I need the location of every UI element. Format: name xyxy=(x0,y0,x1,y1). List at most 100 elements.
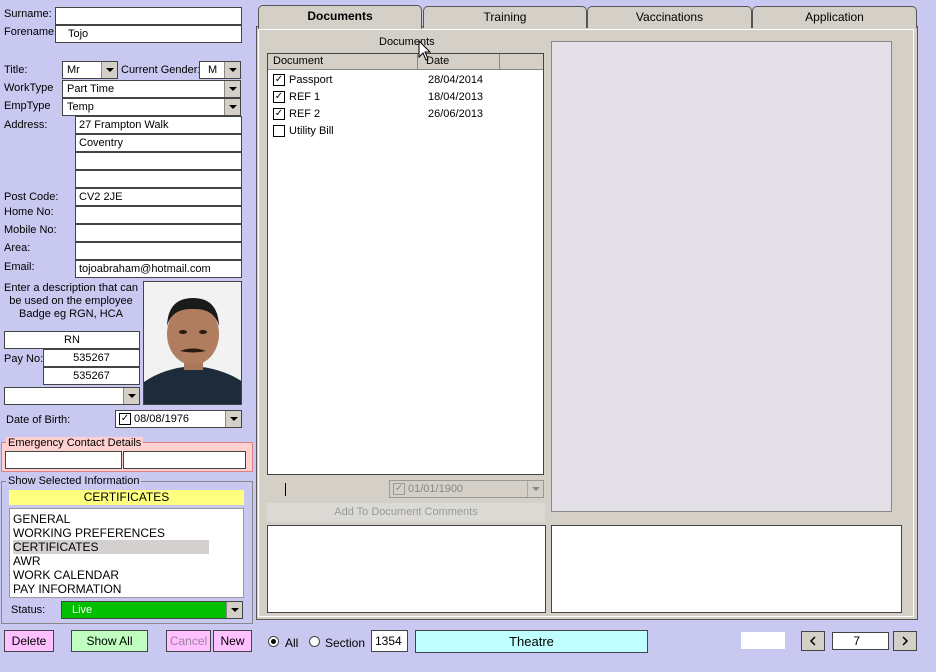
area-label: Area: xyxy=(4,242,31,254)
worktype-select[interactable]: Part Time xyxy=(62,80,241,98)
tab-training[interactable]: Training xyxy=(423,6,587,28)
badge-field[interactable]: RN xyxy=(4,331,140,349)
forename-field[interactable]: Tojo xyxy=(55,25,242,43)
add-to-document-comments-button[interactable]: Add To Document Comments xyxy=(267,503,545,522)
emergency-contact-title: Emergency Contact Details xyxy=(6,437,144,449)
radio-all-label: All xyxy=(285,636,299,650)
dob-checkbox[interactable]: ✓ xyxy=(119,413,131,425)
table-row[interactable]: ✓ REF 1 18/04/2013 xyxy=(272,90,540,107)
document-date-picker[interactable]: ✓ 01/01/1900 xyxy=(389,480,544,498)
gender-select[interactable]: M xyxy=(199,61,241,79)
row-checkbox[interactable]: ✓ xyxy=(273,108,285,120)
list-item[interactable]: GENERAL xyxy=(13,512,209,526)
row-document-name: REF 2 xyxy=(289,108,321,120)
section-code-field[interactable]: 1354 xyxy=(371,630,408,652)
email-label: Email: xyxy=(4,261,35,273)
emergency-contact-phone[interactable] xyxy=(123,451,246,469)
table-row[interactable]: ✓ REF 2 26/06/2013 xyxy=(272,107,540,124)
radio-all[interactable] xyxy=(268,636,279,647)
chevron-right-icon xyxy=(902,636,909,646)
documents-list[interactable]: Document Date ✓ Passport 28/04/2014 ✓ RE… xyxy=(267,53,544,475)
emptype-select[interactable]: Temp xyxy=(62,98,241,116)
document-date-value: 01/01/1900 xyxy=(408,483,464,495)
dropdown-arrow-icon[interactable] xyxy=(527,481,543,497)
column-header-document[interactable]: Document xyxy=(268,54,418,70)
row-checkbox[interactable] xyxy=(273,125,285,137)
show-selected-header: CERTIFICATES xyxy=(9,490,244,505)
dob-value: 08/08/1976 xyxy=(134,413,190,425)
area-field[interactable] xyxy=(75,242,242,260)
postcode-field[interactable]: CV2 2JE xyxy=(75,188,242,206)
dropdown-arrow-icon[interactable] xyxy=(224,81,240,97)
address-line-3[interactable] xyxy=(75,152,242,170)
homeno-field[interactable] xyxy=(75,206,242,224)
surname-field[interactable] xyxy=(55,7,242,25)
next-record-button[interactable] xyxy=(893,631,917,651)
mobileno-label: Mobile No: xyxy=(4,224,57,236)
text-caret xyxy=(285,483,286,496)
document-date-checkbox[interactable]: ✓ xyxy=(393,483,405,495)
tab-application[interactable]: Application xyxy=(752,6,917,28)
payno-field-2[interactable]: 535267 xyxy=(43,367,140,385)
payno-field-1[interactable]: 535267 xyxy=(43,349,140,367)
dropdown-arrow-icon[interactable] xyxy=(123,388,139,404)
address-line-1[interactable]: 27 Frampton Walk xyxy=(75,116,242,134)
tab-documents[interactable]: Documents xyxy=(258,5,422,29)
dropdown-arrow-icon[interactable] xyxy=(224,62,240,78)
dropdown-arrow-icon[interactable] xyxy=(224,99,240,115)
emptype-label: EmpType xyxy=(4,100,51,112)
list-item[interactable]: WORK CALENDAR xyxy=(13,568,209,582)
radio-section[interactable] xyxy=(309,636,320,647)
title-select[interactable]: Mr xyxy=(62,61,118,79)
mobileno-field[interactable] xyxy=(75,224,242,242)
emptype-value: Temp xyxy=(67,101,94,113)
list-item[interactable]: PAY INFORMATION xyxy=(13,582,209,596)
emergency-contact-name[interactable] xyxy=(5,451,122,469)
record-number-field[interactable]: 7 xyxy=(832,632,889,650)
dropdown-arrow-icon[interactable] xyxy=(101,62,117,78)
employee-photo xyxy=(143,281,242,405)
row-checkbox[interactable]: ✓ xyxy=(273,74,285,86)
row-checkbox[interactable]: ✓ xyxy=(273,91,285,103)
homeno-label: Home No: xyxy=(4,206,54,218)
table-row[interactable]: Utility Bill xyxy=(272,124,540,141)
gender-value: M xyxy=(208,64,218,76)
table-row[interactable]: ✓ Passport 28/04/2014 xyxy=(272,73,540,90)
row-document-name: Passport xyxy=(289,74,333,86)
document-comments-box[interactable] xyxy=(267,525,546,613)
list-item[interactable]: AWR xyxy=(13,554,209,568)
badge-hint: Enter a description that can be used on … xyxy=(4,282,138,320)
previous-record-button[interactable] xyxy=(801,631,825,651)
list-item[interactable]: WORKING PREFERENCES xyxy=(13,526,209,540)
status-select[interactable]: Live xyxy=(61,601,243,619)
preview-notes-box[interactable] xyxy=(551,525,902,613)
row-document-name: Utility Bill xyxy=(289,125,334,137)
show-all-button[interactable]: Show All xyxy=(71,630,148,652)
documents-list-header: Document Date xyxy=(268,54,543,70)
title-value: Mr xyxy=(67,64,80,76)
list-item-selected[interactable]: CERTIFICATES xyxy=(13,540,209,554)
worktype-label: WorkType xyxy=(4,82,54,94)
dropdown-arrow-icon[interactable] xyxy=(226,602,242,618)
dob-picker[interactable]: ✓ 08/08/1976 xyxy=(115,410,242,428)
forename-label: Forename: xyxy=(4,26,58,38)
dropdown-arrow-icon[interactable] xyxy=(225,411,241,427)
badge-type-select[interactable] xyxy=(4,387,140,405)
show-selected-list[interactable]: GENERAL WORKING PREFERENCES CERTIFICATES… xyxy=(9,508,244,598)
row-document-name: REF 1 xyxy=(289,91,321,103)
surname-label: Surname: xyxy=(4,8,52,20)
title-label: Title: xyxy=(4,64,28,76)
tab-vaccinations[interactable]: Vaccinations xyxy=(587,6,752,28)
new-button[interactable]: New xyxy=(213,630,252,652)
status-label: Status: xyxy=(11,604,46,616)
address-line-2[interactable]: Coventry xyxy=(75,134,242,152)
address-line-4[interactable] xyxy=(75,170,242,188)
delete-button[interactable]: Delete xyxy=(4,630,54,652)
section-name-display: Theatre xyxy=(415,630,648,653)
cancel-button[interactable]: Cancel xyxy=(166,630,211,652)
postcode-label: Post Code: xyxy=(4,191,59,203)
record-blank-field xyxy=(741,632,785,649)
email-field[interactable]: tojoabraham@hotmail.com xyxy=(75,260,242,278)
payno-label: Pay No: xyxy=(4,353,44,365)
dob-label: Date of Birth: xyxy=(6,414,71,426)
